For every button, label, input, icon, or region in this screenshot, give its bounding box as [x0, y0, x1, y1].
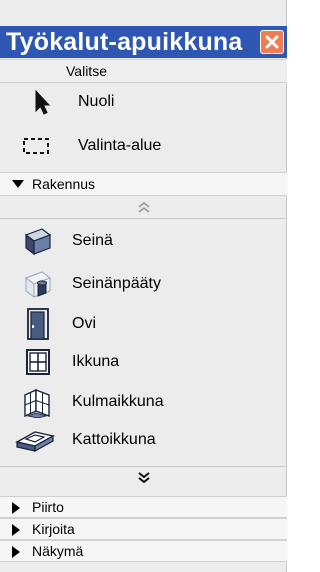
tool-label-ovi: Ovi	[72, 315, 96, 332]
tool-valinta-alue[interactable]: Valinta-alue	[0, 128, 270, 164]
double-chevron-down-icon	[138, 472, 150, 484]
double-chevron-up-icon	[138, 201, 150, 213]
section-header-kirjoita[interactable]: Kirjoita	[0, 518, 287, 540]
collapsed-triangle-icon	[12, 546, 20, 558]
tool-palette: Työkalut-apuikkuna Valitse Nuoli Valinta…	[0, 0, 287, 572]
skylight-icon	[15, 431, 55, 453]
tool-label-valinta-alue: Valinta-alue	[78, 137, 162, 154]
tool-label-kulmaikkuna: Kulmaikkuna	[72, 393, 164, 410]
wall-end-icon	[24, 271, 52, 298]
section-header-nakyma[interactable]: Näkymä	[0, 540, 287, 562]
tool-label-seina: Seinä	[72, 232, 113, 249]
close-button[interactable]	[260, 30, 284, 54]
tool-kattoikkuna[interactable]: Kattoikkuna	[0, 422, 270, 458]
tool-label-seinanpaaty: Seinänpääty	[72, 275, 161, 292]
tool-ovi[interactable]: Ovi	[0, 306, 270, 342]
tool-seinanpaaty[interactable]: Seinänpääty	[0, 266, 270, 302]
tool-seina[interactable]: Seinä	[0, 223, 270, 259]
scroll-down-button[interactable]	[0, 469, 287, 489]
expanded-triangle-icon	[12, 180, 24, 188]
close-icon	[265, 35, 279, 49]
section-label-kirjoita: Kirjoita	[32, 521, 75, 537]
section-label-piirto: Piirto	[32, 499, 64, 515]
tool-label-nuoli: Nuoli	[78, 93, 115, 110]
title-bar[interactable]: Työkalut-apuikkuna	[0, 26, 287, 58]
collapsed-triangle-icon	[12, 524, 20, 536]
section-label-rakennus: Rakennus	[32, 176, 96, 192]
scroll-up-button[interactable]	[0, 197, 287, 217]
collapsed-triangle-icon	[12, 502, 20, 514]
tool-label-kattoikkuna: Kattoikkuna	[72, 431, 156, 448]
arrow-pointer-icon	[35, 89, 51, 115]
door-icon	[27, 308, 49, 340]
corner-window-icon	[24, 388, 50, 418]
section-label-valitse: Valitse	[66, 63, 107, 79]
section-header-valitse[interactable]: Valitse	[0, 59, 287, 83]
tool-ikkuna[interactable]: Ikkuna	[0, 344, 270, 380]
window-icon	[26, 349, 50, 375]
tool-kulmaikkuna[interactable]: Kulmaikkuna	[0, 384, 270, 420]
section-label-nakyma: Näkymä	[32, 543, 84, 559]
wall-icon	[24, 228, 52, 256]
divider	[0, 466, 287, 467]
tool-nuoli[interactable]: Nuoli	[0, 84, 270, 120]
window-title: Työkalut-apuikkuna	[6, 28, 243, 56]
section-header-rakennus[interactable]: Rakennus	[0, 172, 287, 196]
divider	[0, 218, 287, 219]
tool-label-ikkuna: Ikkuna	[72, 353, 120, 370]
marquee-selection-icon	[23, 138, 49, 154]
section-header-piirto[interactable]: Piirto	[0, 496, 287, 518]
